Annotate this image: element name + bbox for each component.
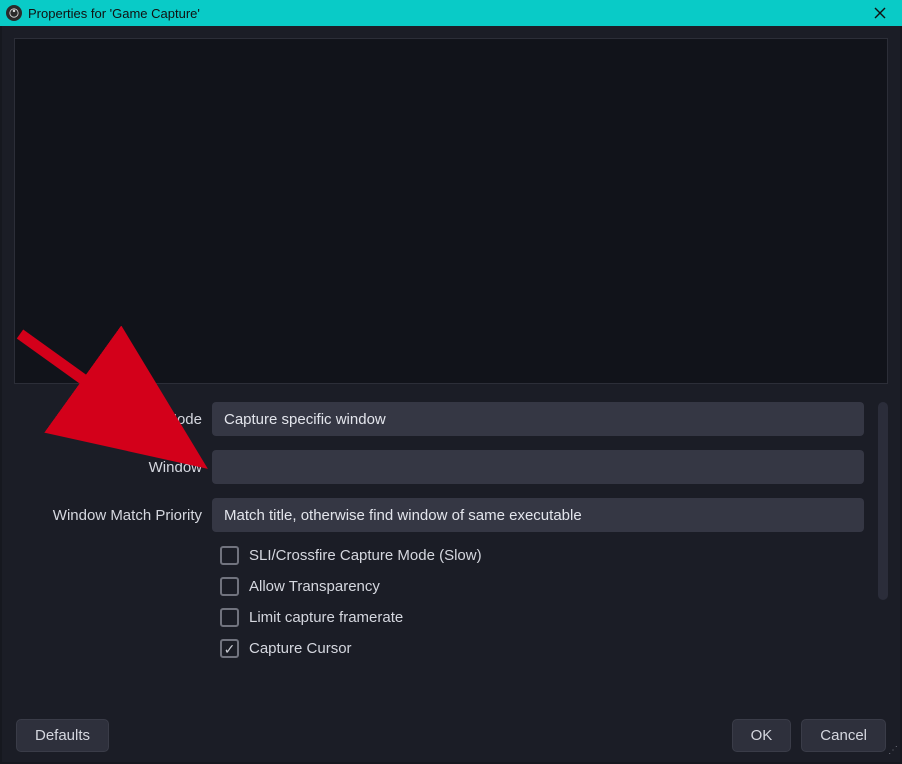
label-mode: Mode <box>14 411 212 428</box>
checkbox-transparency[interactable] <box>220 577 239 596</box>
obs-app-icon <box>6 5 22 21</box>
defaults-button[interactable]: Defaults <box>16 719 109 752</box>
row-check-sli[interactable]: SLI/Crossfire Capture Mode (Slow) <box>220 546 864 565</box>
titlebar: Properties for 'Game Capture' <box>0 0 902 26</box>
scrollbar[interactable] <box>878 402 888 600</box>
row-window: Window <box>14 450 864 484</box>
select-mode-value: Capture specific window <box>224 411 386 428</box>
select-priority[interactable]: Match title, otherwise find window of sa… <box>212 498 864 532</box>
checkbox-cursor-label: Capture Cursor <box>249 640 352 657</box>
checkbox-framerate-label: Limit capture framerate <box>249 609 403 626</box>
cancel-button[interactable]: Cancel <box>801 719 886 752</box>
button-bar: Defaults OK Cancel <box>2 708 900 762</box>
preview-area <box>14 38 888 384</box>
select-window[interactable] <box>212 450 864 484</box>
row-priority: Window Match Priority Match title, other… <box>14 498 864 532</box>
select-priority-value: Match title, otherwise find window of sa… <box>224 507 582 524</box>
select-mode[interactable]: Capture specific window <box>212 402 864 436</box>
dialog-body: Mode Capture specific window Window Wind… <box>2 26 900 762</box>
form-area: Mode Capture specific window Window Wind… <box>2 384 900 708</box>
row-mode: Mode Capture specific window <box>14 402 864 436</box>
row-check-framerate[interactable]: Limit capture framerate <box>220 608 864 627</box>
ok-button[interactable]: OK <box>732 719 792 752</box>
label-window: Window <box>14 459 212 476</box>
checkbox-transparency-label: Allow Transparency <box>249 578 380 595</box>
label-priority: Window Match Priority <box>14 507 212 524</box>
checkbox-sli-label: SLI/Crossfire Capture Mode (Slow) <box>249 547 482 564</box>
window-title: Properties for 'Game Capture' <box>28 6 864 21</box>
row-check-cursor[interactable]: Capture Cursor <box>220 639 864 658</box>
checkbox-cursor[interactable] <box>220 639 239 658</box>
close-button[interactable] <box>864 3 896 23</box>
checkbox-sli[interactable] <box>220 546 239 565</box>
row-check-transparency[interactable]: Allow Transparency <box>220 577 864 596</box>
checkbox-framerate[interactable] <box>220 608 239 627</box>
